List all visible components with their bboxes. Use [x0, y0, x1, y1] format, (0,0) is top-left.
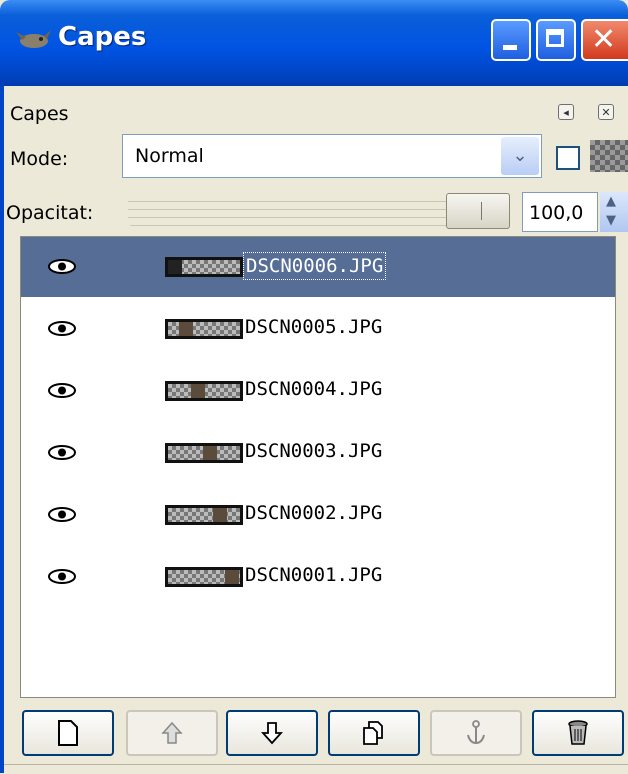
- raise-layer-button[interactable]: [126, 710, 218, 756]
- lower-layer-icon: [261, 722, 283, 745]
- eye-icon[interactable]: [47, 382, 77, 399]
- tab-menu-icon[interactable]: ◂: [558, 104, 574, 120]
- layer-name[interactable]: DSCN0002.JPG: [243, 500, 384, 526]
- layer-row[interactable]: DSCN0006.JPG: [21, 237, 615, 297]
- layer-row[interactable]: DSCN0001.JPG: [21, 547, 615, 607]
- eye-icon[interactable]: [47, 258, 77, 275]
- stepper-up-icon[interactable]: ▲: [606, 194, 616, 209]
- opacity-value: 100,0: [529, 202, 584, 224]
- layer-thumbnail[interactable]: [165, 443, 243, 463]
- layer-name[interactable]: DSCN0006.JPG: [243, 252, 387, 280]
- new-layer-icon: [58, 720, 78, 746]
- close-tab-icon[interactable]: ✕: [598, 104, 614, 120]
- minimize-button[interactable]: [491, 19, 531, 61]
- chevron-down-icon[interactable]: ⌄: [501, 137, 539, 175]
- layer-row[interactable]: DSCN0002.JPG: [21, 485, 615, 545]
- mode-label: Mode:: [10, 148, 69, 170]
- maximize-button[interactable]: [536, 19, 576, 61]
- eye-icon[interactable]: [47, 506, 77, 523]
- layer-name[interactable]: DSCN0003.JPG: [243, 438, 384, 464]
- layer-name[interactable]: DSCN0001.JPG: [243, 562, 384, 588]
- title-bar[interactable]: Capes ✕: [0, 0, 628, 86]
- opacity-stepper[interactable]: ▲ ▼: [600, 192, 628, 232]
- layer-name[interactable]: DSCN0004.JPG: [243, 376, 384, 402]
- lower-layer-button[interactable]: [226, 710, 318, 756]
- layer-name[interactable]: DSCN0005.JPG: [243, 314, 384, 340]
- layer-list[interactable]: DSCN0006.JPG DSCN0005.JPG DSCN0004.JPG D…: [20, 236, 616, 698]
- anchor-layer-button[interactable]: [430, 710, 522, 756]
- eye-icon[interactable]: [47, 444, 77, 461]
- layer-row[interactable]: DSCN0005.JPG: [21, 299, 615, 359]
- layer-row[interactable]: DSCN0003.JPG: [21, 423, 615, 483]
- layer-thumbnail[interactable]: [165, 505, 243, 525]
- lock-alpha-icon: [590, 140, 628, 172]
- lock-alpha-checkbox[interactable]: [556, 146, 580, 170]
- raise-layer-icon: [161, 721, 183, 744]
- delete-layer-icon: [568, 720, 588, 745]
- mode-value: Normal: [135, 145, 204, 167]
- opacity-label: Opacitat:: [6, 202, 94, 224]
- new-layer-button[interactable]: [22, 710, 114, 756]
- delete-layer-button[interactable]: [532, 710, 624, 756]
- duplicate-layer-icon: [363, 721, 383, 745]
- opacity-slider-handle[interactable]: [446, 193, 510, 229]
- anchor-layer-icon: [467, 720, 485, 745]
- window-title: Capes: [58, 22, 147, 52]
- minimize-icon: [503, 45, 517, 50]
- layer-thumbnail[interactable]: [165, 567, 243, 587]
- close-icon: ✕: [591, 22, 617, 57]
- stepper-down-icon[interactable]: ▼: [606, 213, 616, 228]
- maximize-icon: [546, 29, 564, 47]
- layer-thumbnail[interactable]: [165, 381, 243, 401]
- layer-thumbnail[interactable]: [165, 319, 243, 339]
- duplicate-layer-button[interactable]: [328, 710, 420, 756]
- gimp-app-icon: [16, 30, 51, 48]
- mode-select[interactable]: Normal ⌄: [122, 134, 542, 178]
- layer-row[interactable]: DSCN0004.JPG: [21, 361, 615, 421]
- eye-icon[interactable]: [47, 568, 77, 585]
- layer-thumbnail[interactable]: [165, 257, 243, 277]
- opacity-input[interactable]: 100,0: [522, 192, 598, 232]
- close-button[interactable]: ✕: [581, 19, 628, 61]
- eye-icon[interactable]: [47, 320, 77, 337]
- dock-title: Capes: [10, 103, 69, 125]
